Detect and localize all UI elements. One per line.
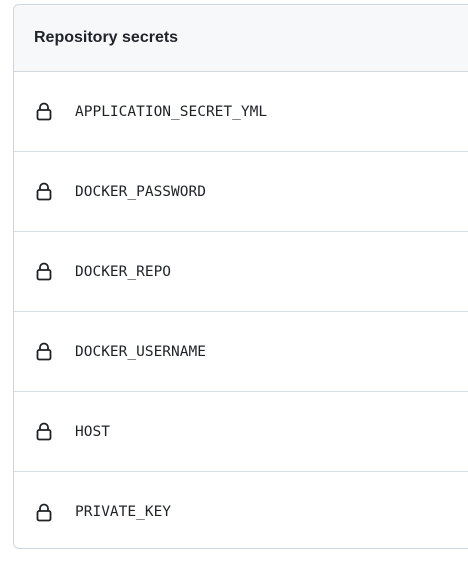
secret-name: PRIVATE_KEY	[75, 504, 172, 520]
lock-icon	[35, 422, 53, 442]
secret-list: APPLICATION_SECRET_YML DOCKER_PASSWORD D…	[14, 72, 468, 548]
lock-icon	[35, 502, 53, 522]
lock-icon	[35, 342, 53, 362]
secret-name: DOCKER_REPO	[75, 263, 172, 280]
secret-row-private-key: PRIVATE_KEY	[14, 472, 468, 548]
secret-name: APPLICATION_SECRET_YML	[75, 103, 268, 120]
secret-row-application-secret-yml: APPLICATION_SECRET_YML	[14, 72, 468, 152]
secret-row-host: HOST	[14, 392, 468, 472]
secret-row-docker-password: DOCKER_PASSWORD	[14, 152, 468, 232]
secret-row-docker-username: DOCKER_USERNAME	[14, 312, 468, 392]
secret-name: HOST	[75, 423, 110, 440]
lock-icon	[35, 182, 53, 202]
repository-secrets-panel: Repository secrets APPLICATION_SECRET_YM…	[13, 4, 468, 549]
secret-name: DOCKER_PASSWORD	[75, 183, 206, 200]
panel-title: Repository secrets	[34, 29, 179, 46]
lock-icon	[35, 102, 53, 122]
panel-header: Repository secrets	[14, 5, 468, 72]
secret-name: DOCKER_USERNAME	[75, 343, 206, 360]
secret-row-docker-repo: DOCKER_REPO	[14, 232, 468, 312]
lock-icon	[35, 262, 53, 282]
